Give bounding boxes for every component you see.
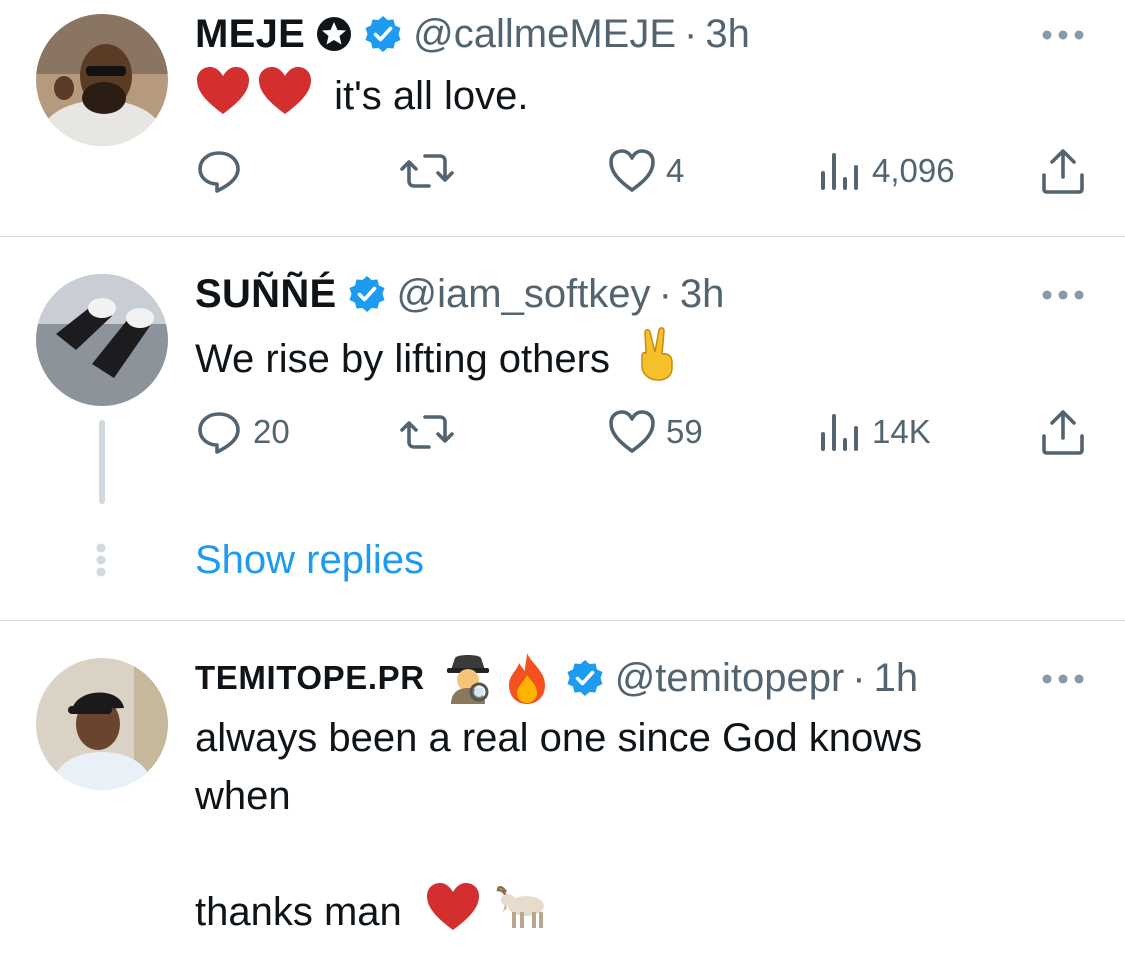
detective-emoji-icon (443, 652, 493, 704)
avatar[interactable] (36, 274, 168, 406)
reply-icon (195, 408, 243, 456)
red-heart-emoji-icon (195, 66, 251, 131)
goat-emoji-icon (496, 882, 548, 947)
action-bar: 20 59 14K (0, 404, 1125, 460)
star-badge-icon (315, 15, 353, 53)
tweet-header: SUÑÑÉ @iam_softkey · 3h (195, 269, 724, 319)
thread-dots-icon (95, 542, 107, 578)
divider (0, 620, 1125, 621)
retweet-icon (399, 408, 455, 456)
tweet-text-body: it's all love. (334, 74, 529, 119)
tweet-text-line-3: thanks man (195, 882, 548, 947)
more-options-icon[interactable] (1041, 29, 1085, 41)
retweet-button[interactable] (399, 143, 455, 199)
views-chart-icon (818, 410, 862, 454)
divider (0, 236, 1125, 237)
views-chart-icon (818, 149, 862, 193)
more-options-icon[interactable] (1041, 289, 1085, 301)
like-button[interactable]: 59 (608, 404, 703, 460)
share-icon (1040, 147, 1086, 195)
like-count: 4 (666, 152, 685, 189)
like-button[interactable]: 4 (608, 143, 684, 199)
views-button[interactable]: 14K (818, 404, 931, 460)
tweet-header: MEJE @callmeMEJE · 3h (195, 9, 750, 59)
display-name[interactable]: SUÑÑÉ (195, 272, 337, 317)
reply-button[interactable]: 20 (195, 404, 290, 460)
victory-hand-emoji-icon (635, 326, 679, 397)
tweet-header: TEMITOPE.PR @temitopepr · 1h (195, 651, 919, 705)
share-button[interactable] (1040, 404, 1086, 460)
reply-button[interactable] (195, 143, 253, 199)
display-name[interactable]: MEJE (195, 12, 305, 57)
heart-icon (608, 148, 656, 194)
timestamp[interactable]: 3h (680, 272, 725, 317)
retweet-icon (399, 147, 455, 195)
tweet-text-body: We rise by lifting others (195, 337, 610, 382)
verified-badge-icon (347, 274, 387, 314)
views-count: 4,096 (872, 152, 955, 189)
tweet-text: it's all love. (195, 66, 529, 131)
retweet-button[interactable] (399, 404, 455, 460)
share-icon (1040, 408, 1086, 456)
share-button[interactable] (1040, 143, 1086, 199)
handle[interactable]: @temitopepr (615, 656, 845, 701)
handle[interactable]: @iam_softkey (397, 272, 651, 317)
like-count: 59 (666, 413, 703, 450)
timestamp[interactable]: 1h (874, 656, 919, 701)
tweet-text-line-1: always been a real one since God knows (195, 716, 923, 760)
views-button[interactable]: 4,096 (818, 143, 955, 199)
separator: · (852, 655, 866, 700)
red-heart-emoji-icon (425, 882, 481, 947)
more-options-icon[interactable] (1041, 673, 1085, 685)
show-replies-link[interactable]: Show replies (195, 538, 424, 583)
separator: · (658, 271, 672, 316)
heart-icon (608, 409, 656, 455)
views-count: 14K (872, 413, 931, 450)
red-heart-emoji-icon (257, 66, 313, 131)
display-name[interactable]: TEMITOPE.PR (195, 659, 425, 697)
verified-badge-icon (565, 658, 605, 698)
tweet-text-line-2: when (195, 774, 291, 818)
handle[interactable]: @callmeMEJE (413, 12, 676, 57)
separator: · (684, 11, 698, 56)
tweet-text: We rise by lifting others (195, 326, 679, 397)
timestamp[interactable]: 3h (705, 12, 750, 57)
action-bar: 4 4,096 (0, 143, 1125, 199)
tweet-text-body: thanks man (195, 890, 402, 935)
reply-count: 20 (253, 413, 290, 450)
fire-emoji-icon (505, 651, 549, 705)
reply-icon (195, 147, 243, 195)
avatar[interactable] (36, 14, 168, 146)
avatar[interactable] (36, 658, 168, 790)
verified-badge-icon (363, 14, 403, 54)
